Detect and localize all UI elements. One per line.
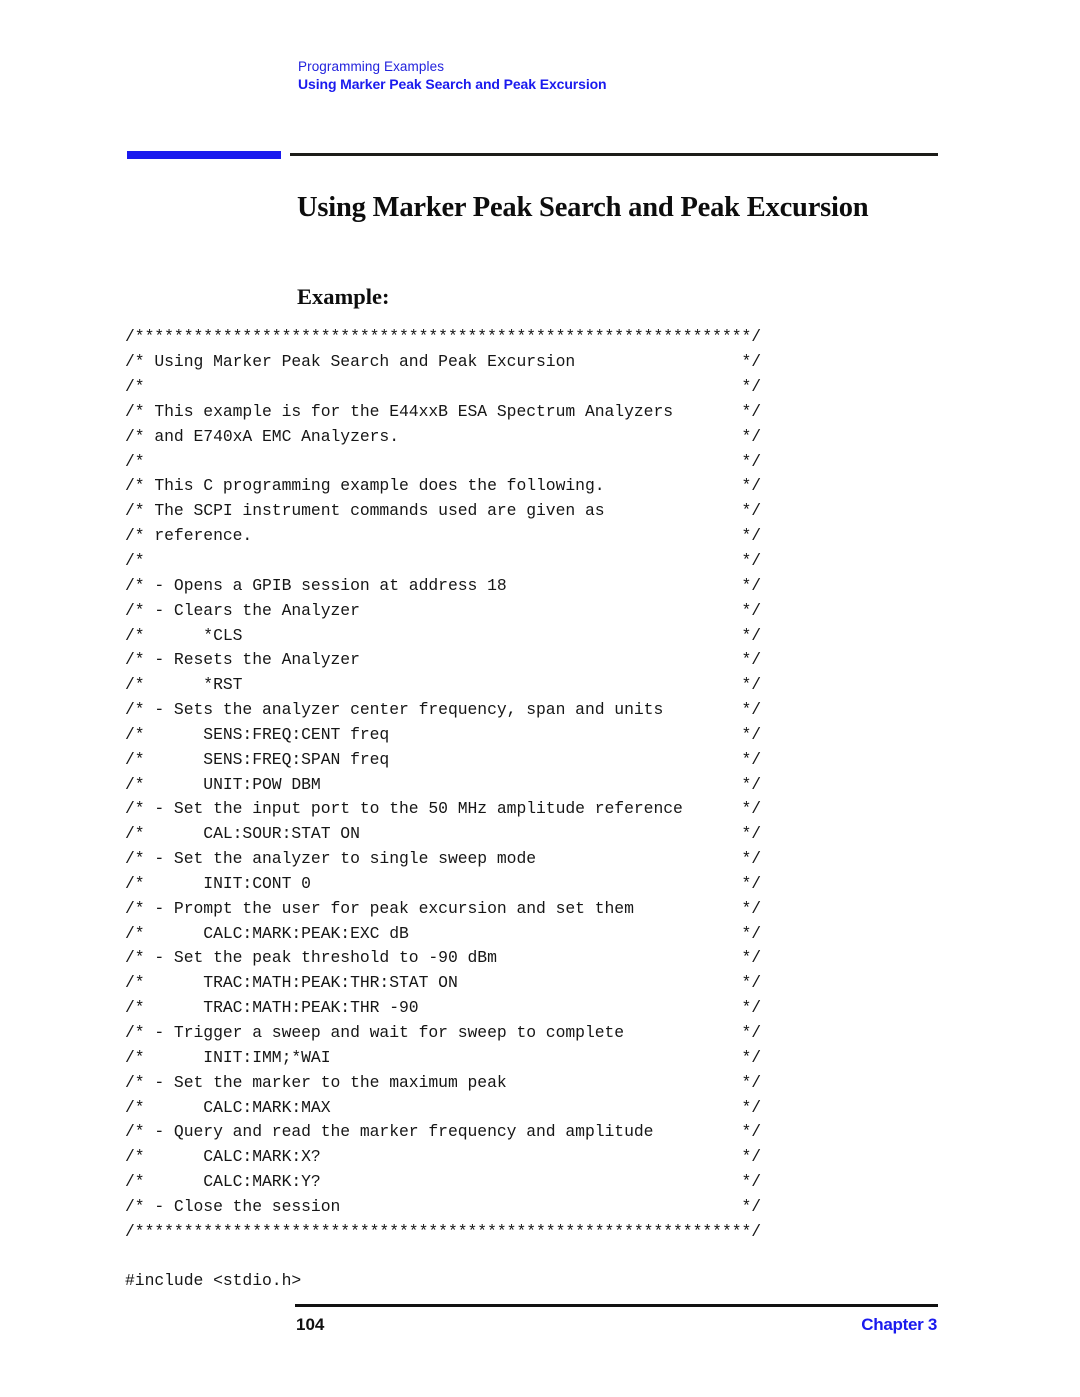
running-header: Programming Examples Using Marker Peak S… [298, 58, 958, 94]
code-line: /* SENS:FREQ:SPAN freq */ [125, 749, 762, 769]
footer-horizontal-rule [295, 1304, 938, 1307]
code-line: /* This C programming example does the f… [125, 476, 762, 496]
code-line: /* - Trigger a sweep and wait for sweep … [125, 1023, 762, 1043]
title-accent-bar [127, 151, 281, 159]
code-line: /* - Opens a GPIB session at address 18 … [125, 575, 762, 595]
code-line: /* - Query and read the marker frequency… [125, 1122, 762, 1142]
running-header-topic: Using Marker Peak Search and Peak Excurs… [298, 76, 607, 92]
code-line: /* Using Marker Peak Search and Peak Exc… [125, 352, 762, 372]
code-line: /* - Set the input port to the 50 MHz am… [125, 799, 762, 819]
code-line: #include <stdio.h> [125, 1271, 302, 1291]
code-line: /* CALC:MARK:X? */ [125, 1147, 762, 1167]
section-heading-example: Example: [297, 283, 390, 309]
code-line: /* TRAC:MATH:PEAK:THR -90 */ [125, 998, 762, 1018]
code-line: /* This example is for the E44xxB ESA Sp… [125, 401, 762, 421]
code-line: /* UNIT:POW DBM */ [125, 774, 762, 794]
footer-chapter-label: Chapter 3 [861, 1315, 937, 1334]
code-line: /* CALC:MARK:MAX */ [125, 1097, 762, 1117]
code-line: /***************************************… [125, 327, 762, 347]
code-line: /* - Resets the Analyzer */ [125, 650, 762, 670]
code-line: /* *CLS */ [125, 625, 762, 645]
code-block: /***************************************… [125, 325, 825, 1294]
code-line: /* CALC:MARK:Y? */ [125, 1172, 762, 1192]
code-line: /* - Clears the Analyzer */ [125, 600, 762, 620]
code-line: /* - Set the peak threshold to -90 dBm *… [125, 948, 762, 968]
code-line: /* - Sets the analyzer center frequency,… [125, 700, 762, 720]
code-line: /* SENS:FREQ:CENT freq */ [125, 724, 762, 744]
code-line: /* TRAC:MATH:PEAK:THR:STAT ON */ [125, 973, 762, 993]
page-footer: 104 Chapter 3 [295, 1314, 938, 1342]
code-line: /* CAL:SOUR:STAT ON */ [125, 824, 762, 844]
page-title: Using Marker Peak Search and Peak Excurs… [297, 192, 869, 224]
code-line: /* reference. */ [125, 526, 762, 546]
code-line: /* and E740xA EMC Analyzers. */ [125, 426, 762, 446]
code-line: /* - Prompt the user for peak excursion … [125, 898, 762, 918]
code-line: /* - Set the marker to the maximum peak … [125, 1072, 762, 1092]
code-line: /* */ [125, 451, 762, 471]
code-line: /* CALC:MARK:PEAK:EXC dB */ [125, 923, 762, 943]
title-rule-group [0, 150, 1080, 160]
code-line: /* *RST */ [125, 675, 762, 695]
code-line: /* - Close the session */ [125, 1196, 762, 1216]
code-line: /* INIT:IMM;*WAI */ [125, 1047, 762, 1067]
code-line: /* The SCPI instrument commands used are… [125, 501, 762, 521]
code-line: /* */ [125, 377, 762, 397]
code-line: /* */ [125, 550, 762, 570]
code-line: /***************************************… [125, 1221, 762, 1241]
title-horizontal-rule [290, 153, 938, 156]
code-line: /* INIT:CONT 0 */ [125, 873, 762, 893]
running-header-section: Programming Examples [298, 59, 445, 74]
footer-page-number: 104 [296, 1315, 325, 1334]
code-line: /* - Set the analyzer to single sweep mo… [125, 849, 762, 869]
